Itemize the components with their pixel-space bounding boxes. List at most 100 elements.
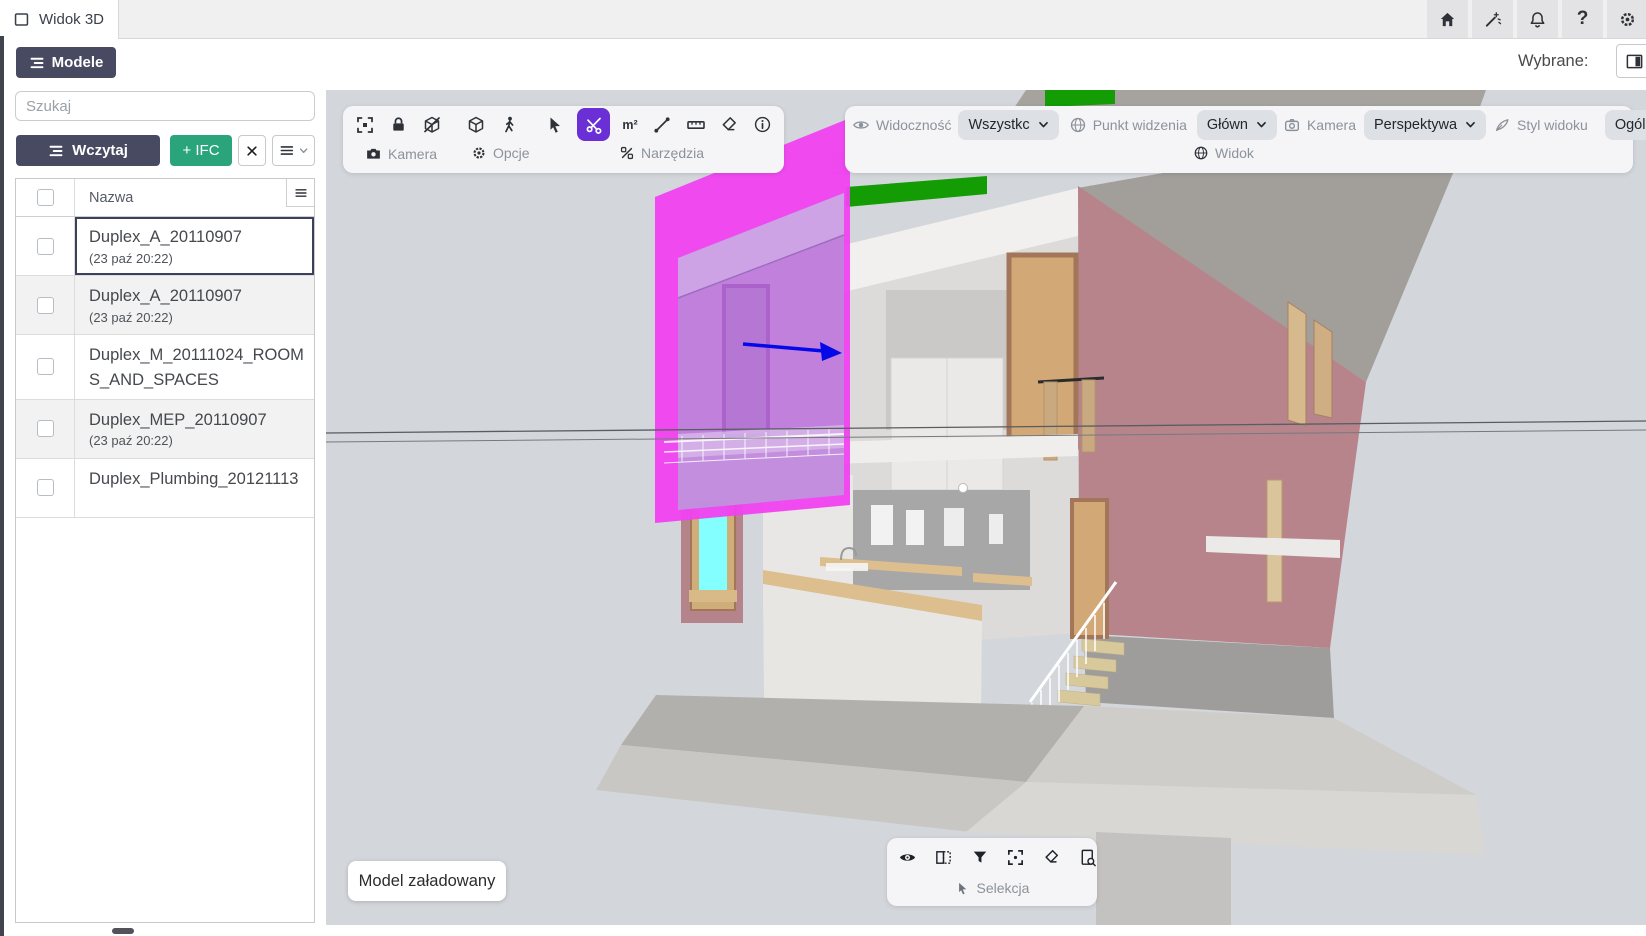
model-3d-scene[interactable] xyxy=(326,90,1646,925)
help-button[interactable]: ? xyxy=(1562,0,1603,38)
list-options-button[interactable] xyxy=(272,135,315,166)
camera-icon xyxy=(365,145,382,162)
view-style-value: Ogólny xyxy=(1615,117,1646,133)
magic-wand-button[interactable] xyxy=(1472,0,1513,38)
select-tool-button[interactable] xyxy=(545,115,565,135)
table-row[interactable]: Duplex_A_20110907 (23 paź 20:22) xyxy=(16,276,314,335)
chevron-down-icon xyxy=(299,147,308,155)
name-column-header[interactable]: Nazwa xyxy=(75,190,133,206)
view-group-labels: Widok xyxy=(845,145,1633,169)
add-ifc-label: + IFC xyxy=(182,142,219,159)
home-button[interactable] xyxy=(1427,0,1468,38)
column-menu-button[interactable] xyxy=(286,179,314,207)
row-name-cell[interactable]: Duplex_M_20111024_ROOMS_AND_SPACES xyxy=(75,335,314,399)
camera-mode-dropdown[interactable]: Perspektywa xyxy=(1364,110,1486,140)
row-checkbox-cell xyxy=(16,459,75,517)
selection-label: Selekcja xyxy=(977,880,1030,896)
area-measure-icon: m² xyxy=(622,118,637,132)
model-name: Duplex_MEP_20110907 xyxy=(89,408,308,433)
table-row[interactable]: Duplex_MEP_20110907 (23 paź 20:22) xyxy=(16,400,314,459)
row-checkbox[interactable] xyxy=(37,297,54,314)
section-cut-icon xyxy=(584,115,604,135)
models-button[interactable]: Modele xyxy=(16,47,116,78)
model-name: Duplex_M_20111024_ROOMS_AND_SPACES xyxy=(89,343,308,393)
tool-group-labels: Kamera Opcje Narzędzia xyxy=(343,145,784,169)
horizontal-scrollbar-thumb[interactable] xyxy=(112,928,134,934)
table-row[interactable]: Duplex_Plumbing_20121113 xyxy=(16,459,314,518)
chevron-down-icon xyxy=(1465,121,1476,129)
viewpoint-dropdown[interactable]: Główn xyxy=(1197,110,1277,140)
search-input[interactable] xyxy=(15,91,315,121)
toast-text: Model załadowany xyxy=(359,872,496,891)
ruler-icon xyxy=(686,115,706,135)
disable-3d-button[interactable] xyxy=(422,115,442,135)
distance-measure-button[interactable] xyxy=(652,115,672,135)
viewer-canvas[interactable]: m² Kamera Opcje Narzędzia xyxy=(326,90,1646,925)
options-group-label: Opcje xyxy=(493,145,530,161)
focus-selection-button[interactable] xyxy=(1005,847,1025,867)
walk-mode-button[interactable] xyxy=(499,115,519,135)
table-row[interactable]: Duplex_A_20110907 (23 paź 20:22) xyxy=(16,217,314,276)
select-all-checkbox[interactable] xyxy=(37,189,54,206)
row-name-cell[interactable]: Duplex_Plumbing_20121113 xyxy=(75,459,314,517)
clear-button[interactable] xyxy=(238,135,266,166)
notifications-button[interactable] xyxy=(1517,0,1558,38)
settings-button[interactable] xyxy=(1607,0,1646,38)
selection-toolbar: Selekcja xyxy=(887,838,1097,906)
chevron-down-icon xyxy=(1038,121,1049,129)
tools-group[interactable]: Narzędzia xyxy=(619,145,704,161)
view-group[interactable]: Widok xyxy=(1193,145,1254,161)
split-compare-button[interactable] xyxy=(934,847,954,867)
top-bar: Widok 3D ? xyxy=(0,0,1646,39)
camera-mode-value: Perspektywa xyxy=(1374,117,1457,133)
row-name-cell[interactable]: Duplex_A_20110907 (23 paź 20:22) xyxy=(75,217,314,275)
view-style-label: Styl widoku xyxy=(1517,117,1588,133)
hamburger-icon xyxy=(294,186,308,200)
options-group[interactable]: Opcje xyxy=(471,145,530,161)
section-cut-button[interactable] xyxy=(577,108,610,141)
clear-selection-button[interactable] xyxy=(1041,847,1061,867)
camera-group[interactable]: Kamera xyxy=(365,145,437,162)
add-ifc-button[interactable]: + IFC xyxy=(170,135,232,166)
row-checkbox[interactable] xyxy=(37,238,54,255)
model-loaded-toast: Model załadowany xyxy=(348,861,506,901)
orbit-mode-button[interactable] xyxy=(466,115,486,135)
row-checkbox[interactable] xyxy=(37,479,54,496)
table-row[interactable]: Duplex_M_20111024_ROOMS_AND_SPACES xyxy=(16,335,314,400)
model-name: Duplex_A_20110907 xyxy=(89,225,308,250)
filter-button[interactable] xyxy=(970,847,990,867)
view-toolbar-row: Widoczność Wszystkc Punkt widzenia Główn… xyxy=(845,106,1633,143)
visibility-group: Widoczność xyxy=(852,116,951,134)
notifications-bell-icon xyxy=(1528,10,1547,29)
area-measure-button[interactable]: m² xyxy=(620,115,640,135)
selected-label: Wybrane: xyxy=(1518,52,1588,71)
eraser-button[interactable] xyxy=(718,115,738,135)
search-document-button[interactable] xyxy=(1077,847,1097,867)
visibility-dropdown[interactable]: Wszystkc xyxy=(958,110,1058,140)
ruler-button[interactable] xyxy=(686,115,706,135)
selection-tools-row xyxy=(887,838,1097,876)
row-name-cell[interactable]: Duplex_MEP_20110907 (23 paź 20:22) xyxy=(75,400,314,458)
fit-view-button[interactable] xyxy=(355,115,375,135)
selected-panel-button[interactable] xyxy=(1616,44,1646,78)
walk-mode-icon xyxy=(499,115,519,135)
row-name-cell[interactable]: Duplex_A_20110907 (23 paź 20:22) xyxy=(75,276,314,334)
row-checkbox[interactable] xyxy=(37,358,54,375)
selection-label-row[interactable]: Selekcja xyxy=(887,876,1097,900)
select-cursor-icon xyxy=(955,881,970,896)
magic-wand-icon xyxy=(1483,10,1502,29)
help-icon: ? xyxy=(1577,8,1589,30)
row-checkbox[interactable] xyxy=(37,420,54,437)
tab-widok-3d[interactable]: Widok 3D xyxy=(0,0,119,39)
camera-icon xyxy=(1283,116,1301,134)
show-selection-button[interactable] xyxy=(898,847,918,867)
models-button-label: Modele xyxy=(52,54,104,71)
load-model-button[interactable]: Wczytaj xyxy=(16,135,160,166)
tools-toolbar: m² Kamera Opcje Narzędzia xyxy=(343,106,784,173)
view-style-dropdown[interactable]: Ogólny xyxy=(1605,110,1646,140)
lock-button[interactable] xyxy=(388,115,408,135)
info-button[interactable] xyxy=(752,115,772,135)
collapsed-sidebar-strip[interactable] xyxy=(0,36,4,936)
layers-icon xyxy=(29,55,45,71)
gear-icon xyxy=(471,145,487,161)
